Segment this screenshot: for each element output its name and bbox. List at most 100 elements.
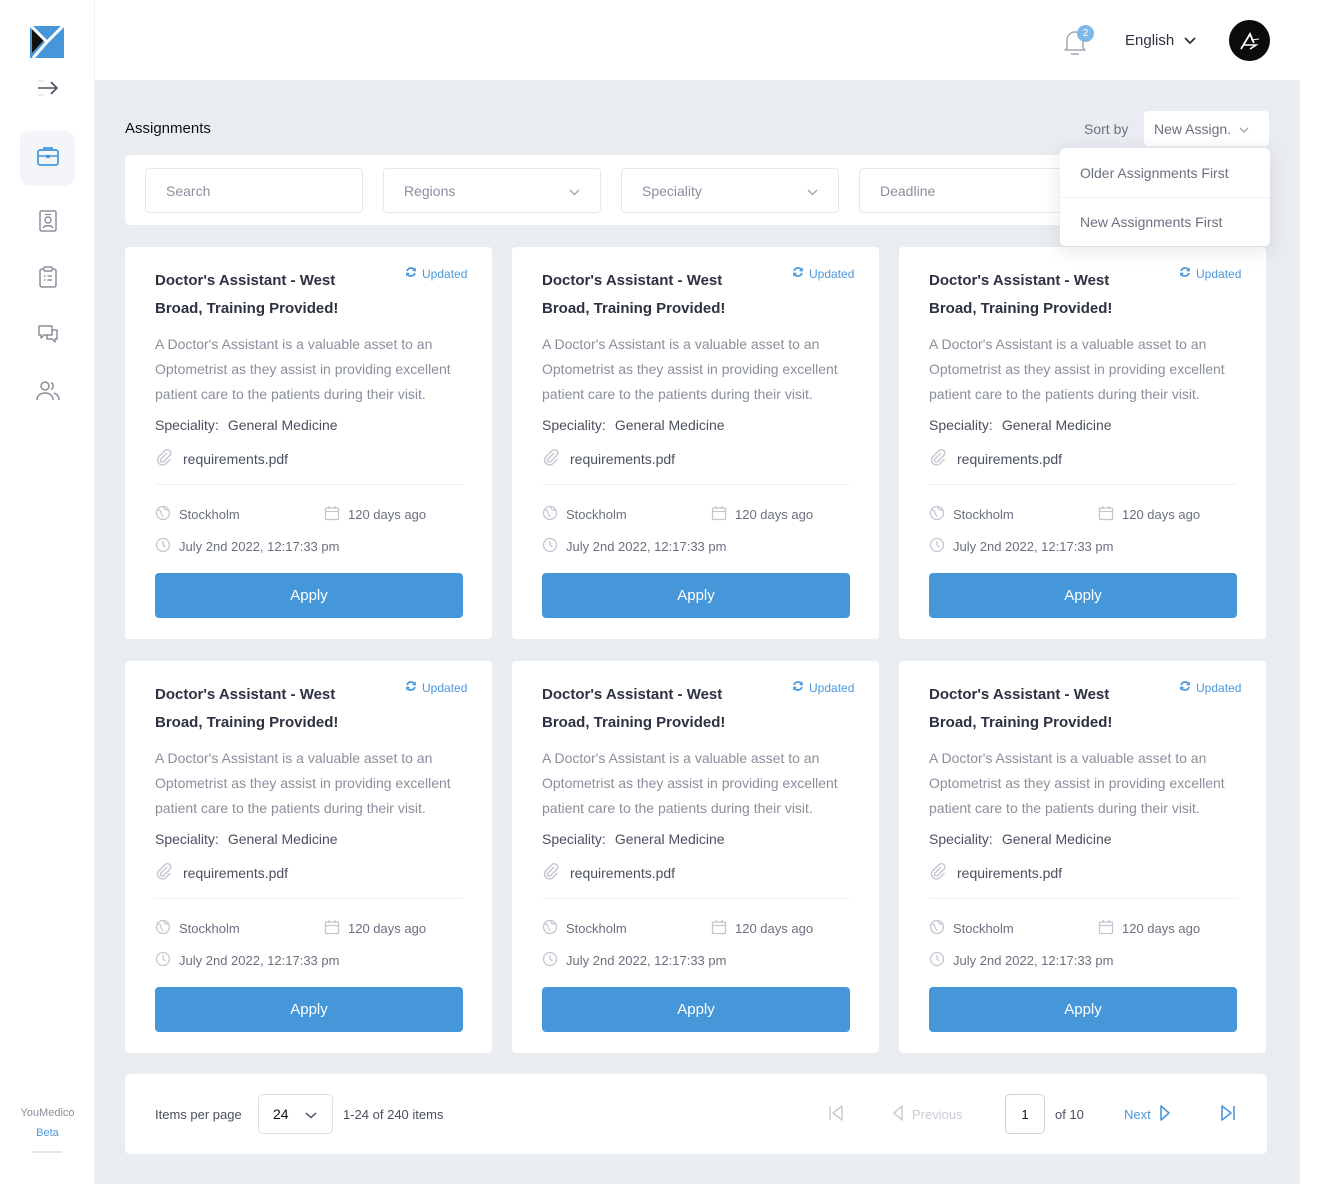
globe-icon <box>929 919 945 938</box>
assignment-title[interactable]: Doctor's Assistant - West Broad, Trainin… <box>155 267 385 323</box>
attachment-filename: requirements.pdf <box>183 864 289 881</box>
assignment-title[interactable]: Doctor's Assistant - West Broad, Trainin… <box>929 267 1159 323</box>
speciality-row: Speciality: General Medicine <box>929 831 1112 847</box>
attachment-link[interactable]: requirements.pdf <box>542 862 675 883</box>
timestamp-value: July 2nd 2022, 12:17:33 pm <box>179 539 340 554</box>
location: Stockholm <box>542 505 627 524</box>
assignment-description: A Doctor's Assistant is a valuable asset… <box>542 336 838 402</box>
assignment-title[interactable]: Doctor's Assistant - West Broad, Trainin… <box>155 681 385 737</box>
attachment-link[interactable]: requirements.pdf <box>155 862 288 883</box>
attachment-link[interactable]: requirements.pdf <box>929 862 1062 883</box>
attachment-link[interactable]: requirements.pdf <box>155 448 288 469</box>
location: Stockholm <box>155 919 240 938</box>
search-field[interactable] <box>145 168 363 213</box>
attachment-link[interactable]: requirements.pdf <box>542 448 675 469</box>
age-value: 120 days ago <box>1122 507 1201 522</box>
location-value: Stockholm <box>179 921 240 936</box>
users-icon <box>35 380 60 407</box>
calendar-icon <box>1098 919 1114 938</box>
attachment-filename: requirements.pdf <box>570 864 676 881</box>
refresh-icon <box>1179 266 1191 281</box>
chevron-down-icon <box>1239 121 1249 137</box>
apply-button[interactable]: Apply <box>929 573 1237 618</box>
refresh-icon <box>405 266 417 281</box>
sort-selected-value: New Assign. <box>1154 120 1232 137</box>
clipboard-list-icon <box>38 266 58 293</box>
speciality-value: General Medicine <box>227 417 338 433</box>
speciality-dropdown[interactable]: Speciality <box>621 168 839 213</box>
location-value: Stockholm <box>953 507 1014 522</box>
updated-badge: Updated <box>1179 680 1241 695</box>
items-per-page-dropdown[interactable]: 24 <box>258 1094 333 1134</box>
sidebar-item-users[interactable] <box>20 366 75 421</box>
assignment-title[interactable]: Doctor's Assistant - West Broad, Trainin… <box>542 681 772 737</box>
globe-icon <box>542 505 558 524</box>
globe-icon <box>155 919 171 938</box>
clock-icon <box>155 537 171 556</box>
speciality-key: Speciality: <box>542 417 606 433</box>
paperclip-icon <box>155 862 173 883</box>
sidebar-item-clipboard[interactable] <box>20 252 75 307</box>
sidebar-item-assignments[interactable] <box>20 131 75 186</box>
updated-badge: Updated <box>405 680 467 695</box>
divider <box>929 484 1237 485</box>
sort-option-new-first[interactable]: New Assignments First <box>1060 197 1270 246</box>
divider <box>542 484 850 485</box>
regions-dropdown[interactable]: Regions <box>383 168 601 213</box>
total-pages: of 10 <box>1055 1107 1084 1122</box>
search-input[interactable] <box>166 182 342 199</box>
app-logo[interactable] <box>28 23 66 59</box>
chevron-down-icon <box>305 1106 317 1122</box>
apply-button[interactable]: Apply <box>929 987 1237 1032</box>
refresh-icon <box>792 266 804 281</box>
expand-sidebar-icon[interactable] <box>36 78 60 98</box>
previous-page-button[interactable]: Previous <box>892 1105 963 1124</box>
age-value: 120 days ago <box>735 921 814 936</box>
apply-button[interactable]: Apply <box>542 573 850 618</box>
sidebar-item-profile[interactable] <box>20 196 75 251</box>
timestamp: July 2nd 2022, 12:17:33 pm <box>542 537 726 556</box>
calendar-icon <box>324 919 340 938</box>
deadline-picker[interactable]: Deadline <box>859 168 1077 213</box>
chevron-down-icon <box>807 183 818 199</box>
sidebar-item-messages[interactable] <box>20 309 75 364</box>
timestamp-value: July 2nd 2022, 12:17:33 pm <box>953 953 1114 968</box>
timestamp: July 2nd 2022, 12:17:33 pm <box>155 537 339 556</box>
page-number-input[interactable] <box>1005 1094 1045 1134</box>
last-page-button[interactable] <box>1220 1105 1236 1126</box>
assignment-title[interactable]: Doctor's Assistant - West Broad, Trainin… <box>542 267 772 323</box>
assignment-card: Doctor's Assistant - West Broad, Trainin… <box>125 247 492 639</box>
posted-age: 120 days ago <box>324 919 426 938</box>
next-page-button[interactable]: Next <box>1124 1105 1171 1124</box>
attachment-link[interactable]: requirements.pdf <box>929 448 1062 469</box>
calendar-icon <box>324 505 340 524</box>
sort-dropdown[interactable]: New Assign. <box>1144 111 1269 146</box>
items-per-page-label: Items per page <box>155 1107 242 1122</box>
apply-button[interactable]: Apply <box>155 573 463 618</box>
posted-age: 120 days ago <box>711 505 813 524</box>
timestamp: July 2nd 2022, 12:17:33 pm <box>929 951 1113 970</box>
user-avatar[interactable] <box>1229 20 1270 61</box>
location: Stockholm <box>929 505 1014 524</box>
assignment-title[interactable]: Doctor's Assistant - West Broad, Trainin… <box>929 681 1159 737</box>
sort-option-older-first[interactable]: Older Assignments First <box>1060 148 1270 197</box>
updated-label: Updated <box>809 266 855 281</box>
assignment-card: Doctor's Assistant - West Broad, Trainin… <box>512 247 879 639</box>
speciality-value: General Medicine <box>614 831 725 847</box>
language-selector[interactable]: English <box>1125 30 1196 50</box>
deadline-label: Deadline <box>880 182 936 199</box>
page-title: Assignments <box>125 120 211 137</box>
assignment-description: A Doctor's Assistant is a valuable asset… <box>155 750 451 816</box>
updated-badge: Updated <box>792 266 854 281</box>
paperclip-icon <box>542 862 560 883</box>
apply-button[interactable]: Apply <box>542 987 850 1032</box>
paperclip-icon <box>542 448 560 469</box>
attachment-filename: requirements.pdf <box>183 450 289 467</box>
first-page-button[interactable] <box>828 1105 844 1126</box>
speciality-key: Speciality: <box>155 831 219 847</box>
speciality-label: Speciality <box>642 182 702 199</box>
brand-beta-tag: Beta <box>36 1127 59 1139</box>
divider <box>155 898 463 899</box>
attachment-filename: requirements.pdf <box>957 450 1063 467</box>
apply-button[interactable]: Apply <box>155 987 463 1032</box>
